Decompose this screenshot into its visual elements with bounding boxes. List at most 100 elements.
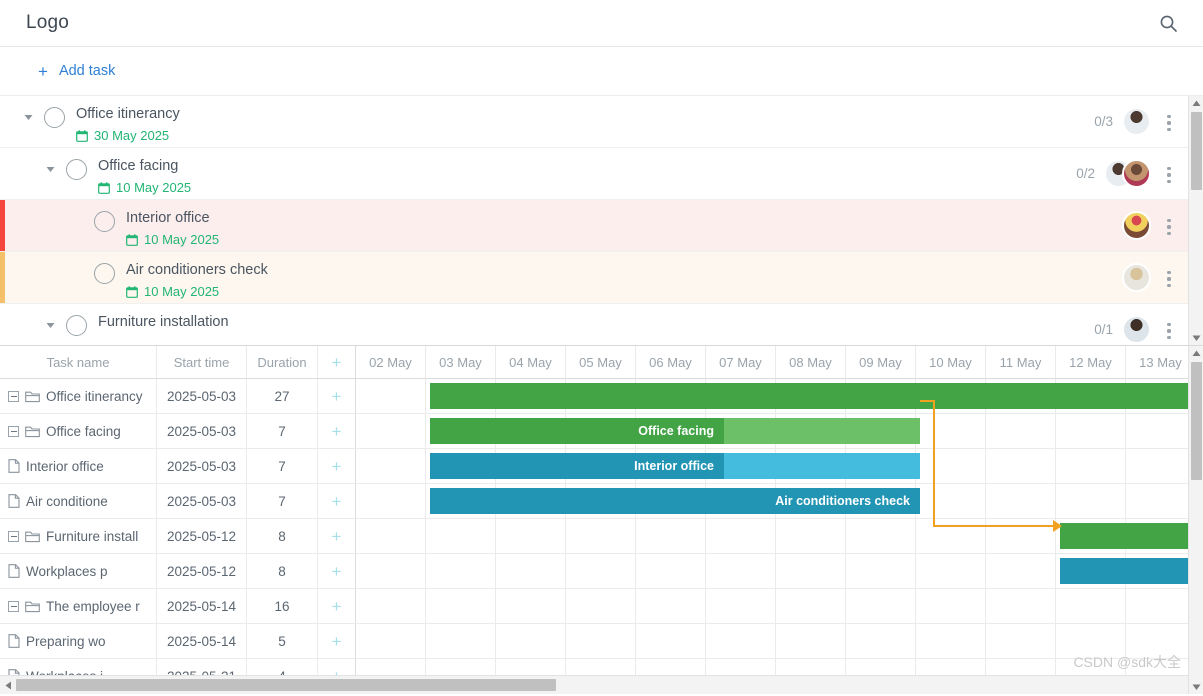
gantt-task-bar[interactable] <box>1060 558 1188 584</box>
avatar[interactable] <box>1122 159 1151 188</box>
gantt-grid-cell[interactable] <box>1056 484 1126 518</box>
gantt-cell-duration[interactable]: 16 <box>247 589 318 623</box>
collapse-expander-icon[interactable] <box>8 600 19 612</box>
gantt-grid-cell[interactable] <box>1126 414 1188 448</box>
gantt-cell-task-name[interactable]: Office facing <box>0 414 157 448</box>
gantt-grid-cell[interactable] <box>636 624 706 658</box>
gantt-cell-start-time[interactable]: 2025-05-12 <box>157 554 247 588</box>
gantt-grid-cell[interactable] <box>986 589 1056 623</box>
gantt-grid-cell[interactable] <box>426 554 496 588</box>
scroll-thumb[interactable] <box>1190 112 1202 190</box>
gantt-vertical-scrollbar[interactable] <box>1188 346 1203 694</box>
gantt-scroll-thumb[interactable] <box>1190 362 1202 480</box>
gantt-cell-duration[interactable]: 8 <box>247 554 318 588</box>
gantt-table-row[interactable]: The employee r 2025-05-14 16 + <box>0 589 1188 624</box>
gantt-cell-duration[interactable]: 7 <box>247 414 318 448</box>
column-header-day[interactable]: 04 May <box>496 346 566 378</box>
gantt-grid-cell[interactable] <box>496 589 566 623</box>
assignee-avatars[interactable] <box>1122 107 1151 136</box>
gantt-grid-cell[interactable] <box>426 659 496 675</box>
gantt-cell-add[interactable]: + <box>318 484 356 518</box>
gantt-grid-cell[interactable] <box>1126 624 1188 658</box>
gantt-grid-cell[interactable] <box>986 449 1056 483</box>
gantt-grid-cell[interactable] <box>496 659 566 675</box>
add-subtask-icon[interactable]: + <box>332 493 342 510</box>
gantt-task-bar[interactable] <box>1060 523 1188 549</box>
gantt-cell-start-time[interactable]: 2025-05-03 <box>157 449 247 483</box>
assignee-avatars[interactable] <box>1122 263 1151 292</box>
assignee-avatars[interactable] <box>1104 159 1151 188</box>
gantt-cell-duration[interactable]: 5 <box>247 624 318 658</box>
task-list-item[interactable]: Interior office 10 May 2025 <box>0 200 1188 252</box>
gantt-table-row[interactable]: Preparing wo 2025-05-14 5 + <box>0 624 1188 659</box>
gantt-grid-cell[interactable] <box>566 659 636 675</box>
gantt-cell-add[interactable]: + <box>318 379 356 413</box>
gantt-cell-duration[interactable]: 8 <box>247 519 318 553</box>
column-header-day[interactable]: 13 May <box>1126 346 1188 378</box>
column-header-day[interactable]: 07 May <box>706 346 776 378</box>
task-list-item[interactable]: Office itinerancy 30 May 2025 0/3 <box>0 96 1188 148</box>
hscroll-thumb[interactable] <box>16 679 556 691</box>
gantt-task-bar[interactable]: Air conditioners check <box>430 488 920 514</box>
avatar[interactable] <box>1122 211 1151 240</box>
gantt-grid-cell[interactable] <box>356 519 426 553</box>
add-plus-icon[interactable]: + <box>332 354 342 371</box>
gantt-grid-cell[interactable] <box>986 554 1056 588</box>
column-header-start-time[interactable]: Start time <box>157 346 247 378</box>
gantt-grid-cell[interactable] <box>356 414 426 448</box>
task-list-item[interactable]: Air conditioners check 10 May 2025 <box>0 252 1188 304</box>
gantt-cell-task-name[interactable]: Air conditione <box>0 484 157 518</box>
gantt-grid-cell[interactable] <box>1056 659 1126 675</box>
gantt-cell-task-name[interactable]: Furniture install <box>0 519 157 553</box>
gantt-scroll-up-icon[interactable] <box>1189 346 1203 360</box>
task-list-item[interactable]: Furniture installation 0/1 <box>0 304 1188 345</box>
gantt-grid-cell[interactable] <box>1126 659 1188 675</box>
gantt-grid-cell[interactable] <box>846 554 916 588</box>
column-header-day[interactable]: 08 May <box>776 346 846 378</box>
more-options-icon[interactable] <box>1160 268 1178 287</box>
scroll-left-icon[interactable] <box>0 681 16 690</box>
gantt-grid-cell[interactable] <box>706 554 776 588</box>
collapse-expander-icon[interactable] <box>8 390 19 402</box>
gantt-grid-cell[interactable] <box>636 589 706 623</box>
avatar[interactable] <box>1122 263 1151 292</box>
gantt-grid-cell[interactable] <box>916 659 986 675</box>
column-header-task-name[interactable]: Task name <box>0 346 157 378</box>
add-subtask-icon[interactable]: + <box>332 598 342 615</box>
gantt-cell-add[interactable]: + <box>318 624 356 658</box>
gantt-grid-cell[interactable] <box>356 484 426 518</box>
gantt-grid-cell[interactable] <box>426 519 496 553</box>
gantt-grid-cell[interactable] <box>916 589 986 623</box>
column-header-day[interactable]: 03 May <box>426 346 496 378</box>
gantt-cell-start-time[interactable]: 2025-05-21 <box>157 659 247 675</box>
add-subtask-icon[interactable]: + <box>332 388 342 405</box>
gantt-grid-cell[interactable] <box>916 449 986 483</box>
gantt-cell-task-name[interactable]: Workplaces i <box>0 659 157 675</box>
more-options-icon[interactable] <box>1160 164 1178 183</box>
column-header-day[interactable]: 11 May <box>986 346 1056 378</box>
task-complete-checkbox[interactable] <box>66 159 87 180</box>
gantt-grid-cell[interactable] <box>566 589 636 623</box>
assignee-avatars[interactable] <box>1122 211 1151 240</box>
gantt-grid-cell[interactable] <box>566 554 636 588</box>
gantt-grid-cell[interactable] <box>356 554 426 588</box>
gantt-grid-cell[interactable] <box>356 449 426 483</box>
gantt-cell-task-name[interactable]: Office itinerancy <box>0 379 157 413</box>
gantt-task-bar[interactable] <box>430 383 1188 409</box>
gantt-grid-cell[interactable] <box>776 659 846 675</box>
gantt-cell-start-time[interactable]: 2025-05-14 <box>157 589 247 623</box>
gantt-grid-cell[interactable] <box>916 554 986 588</box>
gantt-grid-cell[interactable] <box>496 624 566 658</box>
collapse-expander-icon[interactable] <box>8 530 19 542</box>
gantt-grid-cell[interactable] <box>846 589 916 623</box>
task-complete-checkbox[interactable] <box>44 107 65 128</box>
gantt-grid-cell[interactable] <box>986 659 1056 675</box>
gantt-cell-start-time[interactable]: 2025-05-03 <box>157 414 247 448</box>
more-options-icon[interactable] <box>1160 112 1178 131</box>
gantt-cell-task-name[interactable]: Interior office <box>0 449 157 483</box>
gantt-grid-cell[interactable] <box>566 624 636 658</box>
gantt-grid-cell[interactable] <box>776 624 846 658</box>
add-column-icon[interactable]: + <box>318 346 356 378</box>
more-options-icon[interactable] <box>1160 320 1178 339</box>
gantt-grid-cell[interactable] <box>776 519 846 553</box>
